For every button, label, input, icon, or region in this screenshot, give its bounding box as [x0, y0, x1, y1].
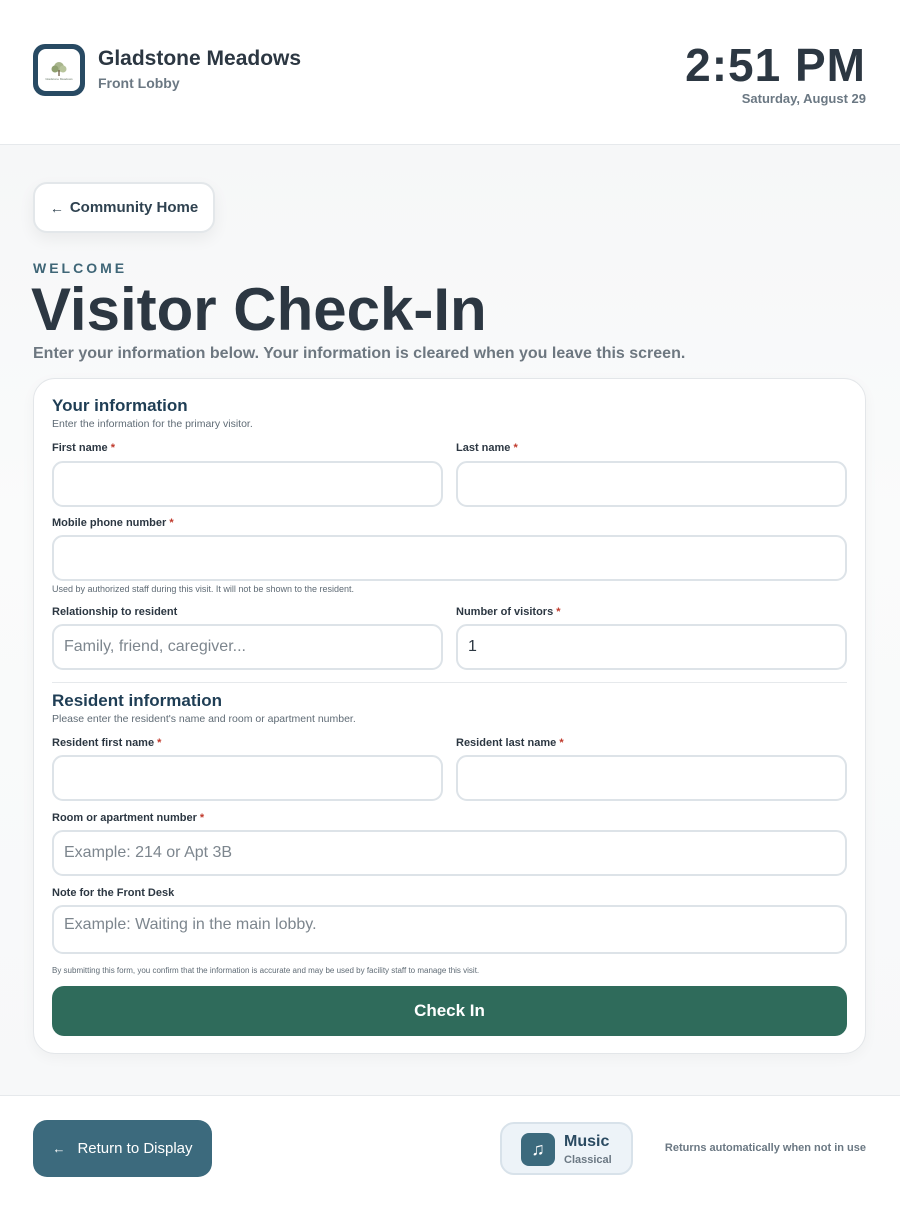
page-title: Visitor Check-In	[31, 276, 487, 343]
relationship-input[interactable]: Family, friend, caregiver...	[52, 624, 443, 670]
resident-section-title: Resident information	[52, 691, 223, 710]
community-home-label: Community Home	[69, 199, 199, 216]
room-number-label-text: Room or apartment number	[52, 812, 197, 824]
app-header: Gladstone Meadows Gladstone Meadows Fron…	[0, 0, 900, 145]
resident-section-description: Please enter the resident's name and roo…	[52, 713, 356, 725]
required-mark: *	[559, 737, 564, 749]
relationship-label: Relationship to resident	[52, 606, 178, 618]
clock-date: Saturday, August 29	[741, 91, 866, 106]
required-mark: *	[556, 606, 561, 618]
community-name: Gladstone Meadows	[98, 47, 302, 70]
submission-disclaimer: By submitting this form, you confirm tha…	[52, 966, 480, 975]
check-in-form: Your information Enter the information f…	[33, 378, 866, 1054]
phone-input[interactable]	[52, 535, 847, 581]
return-to-display-label: Return to Display	[77, 1140, 193, 1157]
last-name-input[interactable]	[456, 461, 847, 507]
tree-icon	[51, 61, 67, 76]
app-footer: ← Return to Display ♫ Music Classical Re…	[0, 1095, 900, 1206]
music-title: Music	[564, 1133, 610, 1150]
clock-time: 2:51 PM	[685, 39, 866, 91]
music-button[interactable]: ♫ Music Classical	[500, 1122, 633, 1175]
room-number-input[interactable]: Example: 214 or Apt 3B	[52, 830, 847, 876]
check-in-button[interactable]: Check In	[52, 986, 847, 1036]
logo-wordmark: Gladstone Meadows	[45, 76, 73, 81]
room-number-label: Room or apartment number *	[52, 812, 204, 824]
resident-last-name-label: Resident last name *	[456, 737, 564, 749]
first-name-label: First name *	[52, 442, 115, 454]
auto-return-note: Returns automatically when not in use	[664, 1142, 866, 1154]
resident-first-name-label: Resident first name *	[52, 737, 161, 749]
required-mark: *	[513, 442, 518, 454]
last-name-label: Last name *	[456, 442, 518, 454]
resident-last-name-label-text: Resident last name	[456, 737, 557, 749]
resident-first-name-input[interactable]	[52, 755, 443, 801]
welcome-eyebrow: WELCOME	[33, 260, 128, 276]
return-to-display-button[interactable]: ← Return to Display	[33, 1120, 212, 1177]
first-name-label-text: First name	[52, 442, 108, 454]
visitor-section-description: Enter the information for the primary vi…	[52, 418, 253, 430]
arrow-left-icon: ←	[49, 199, 64, 216]
music-genre: Classical	[564, 1154, 612, 1166]
required-mark: *	[199, 812, 205, 824]
phone-label: Mobile phone number *	[52, 517, 174, 529]
logo-badge: Gladstone Meadows	[38, 49, 80, 91]
main-content: ← Community Home WELCOME Visitor Check-I…	[0, 145, 900, 1095]
phone-hint: Used by authorized staff during this vis…	[52, 584, 354, 594]
required-mark: *	[110, 442, 115, 454]
visitor-count-label-text: Number of visitors	[456, 606, 554, 618]
music-note-icon: ♫	[521, 1133, 555, 1166]
visitor-count-input[interactable]: 1	[456, 624, 847, 670]
phone-label-text: Mobile phone number	[52, 517, 167, 529]
visitor-section-title: Your information	[52, 396, 188, 415]
community-logo: Gladstone Meadows	[33, 44, 85, 96]
resident-first-name-label-text: Resident first name	[52, 737, 155, 749]
section-divider	[52, 682, 847, 683]
arrow-left-icon: ←	[52, 1141, 66, 1156]
resident-last-name-input[interactable]	[456, 755, 847, 801]
front-desk-note-label: Note for the Front Desk	[52, 887, 175, 899]
page-subtitle: Enter your information below. Your infor…	[33, 345, 686, 362]
last-name-label-text: Last name	[456, 442, 511, 454]
visitor-count-label: Number of visitors *	[456, 606, 561, 618]
front-desk-note-input[interactable]: Example: Waiting in the main lobby.	[52, 905, 847, 954]
required-mark: *	[157, 737, 162, 749]
required-mark: *	[169, 517, 174, 529]
first-name-input[interactable]	[52, 461, 443, 507]
location-label: Front Lobby	[98, 75, 180, 91]
community-home-button[interactable]: ← Community Home	[33, 182, 215, 233]
